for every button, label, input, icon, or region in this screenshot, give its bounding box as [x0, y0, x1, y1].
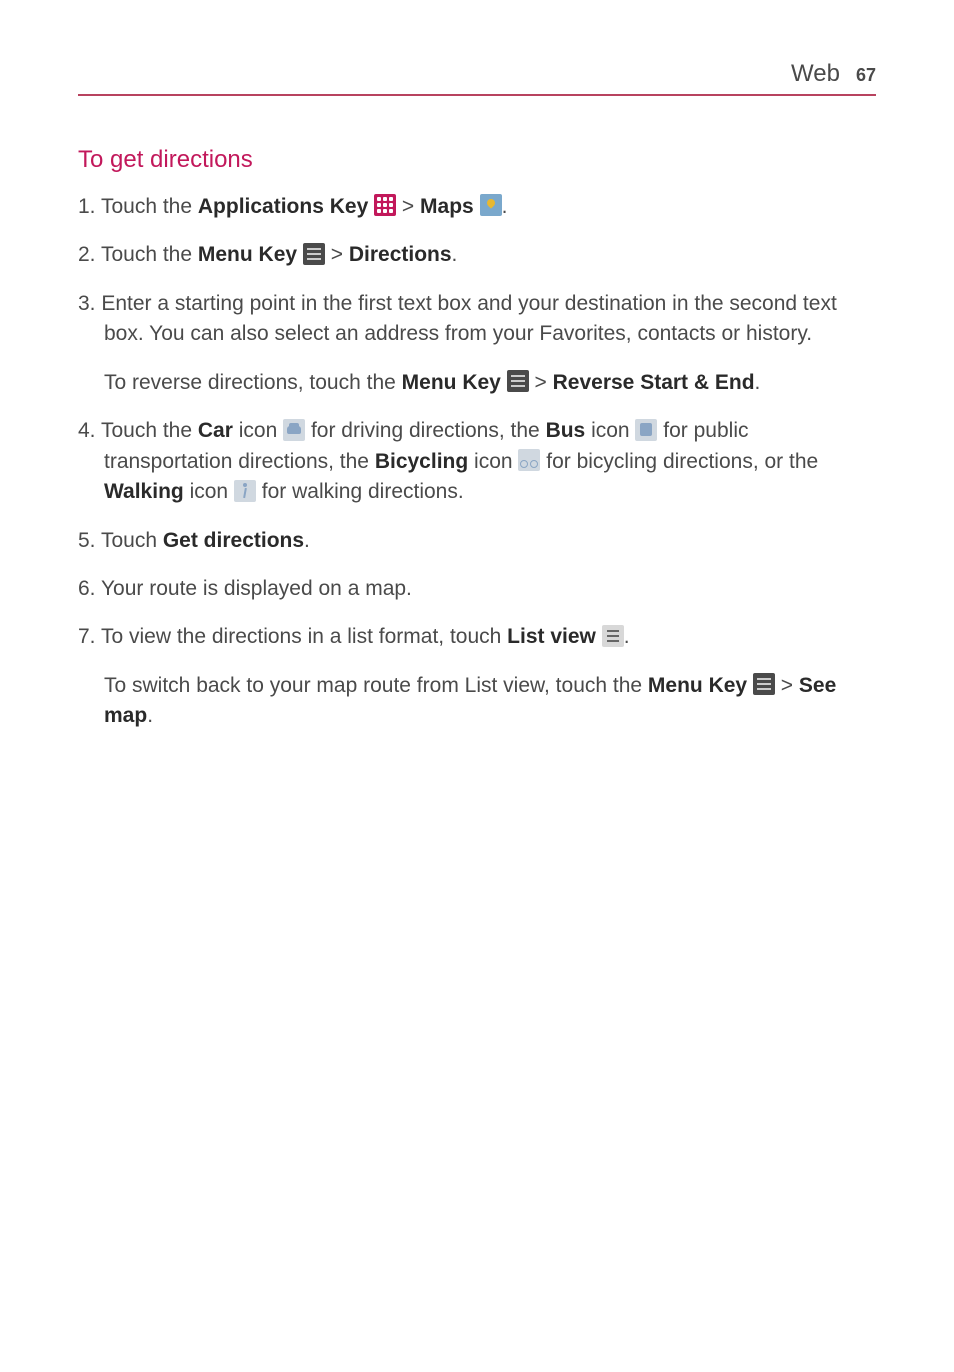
- text: >: [529, 371, 553, 394]
- page-header: Web 67: [78, 60, 876, 96]
- text: Touch the: [96, 419, 198, 442]
- header-page-number: 67: [856, 65, 876, 86]
- text: for walking directions.: [256, 480, 464, 503]
- bicycling-icon: [518, 449, 540, 471]
- step-number: 5.: [78, 529, 96, 552]
- menu-key-icon: [753, 673, 775, 695]
- list-view-label: List view: [507, 625, 596, 648]
- text: icon: [184, 480, 234, 503]
- text: Touch the: [96, 243, 198, 266]
- get-directions-label: Get directions: [163, 529, 304, 552]
- text: .: [304, 529, 310, 552]
- text: Touch the: [96, 195, 198, 218]
- list-view-icon: [602, 625, 624, 647]
- section-title: To get directions: [78, 146, 876, 174]
- menu-key-icon: [303, 243, 325, 265]
- text: To view the directions in a list format,…: [96, 625, 508, 648]
- text: .: [452, 243, 458, 266]
- text: for bicycling directions, or the: [540, 450, 818, 473]
- step-6: 6. Your route is displayed on a map.: [78, 574, 876, 604]
- walking-label: Walking: [104, 480, 184, 503]
- step-number: 2.: [78, 243, 96, 266]
- text: Touch: [96, 529, 163, 552]
- text: >: [775, 674, 799, 697]
- walking-icon: [234, 480, 256, 502]
- applications-key-label: Applications Key: [198, 195, 368, 218]
- bus-label: Bus: [546, 419, 586, 442]
- step-number: 7.: [78, 625, 96, 648]
- step-4: 4. Touch the Car icon for driving direct…: [78, 416, 876, 507]
- text: icon: [585, 419, 635, 442]
- car-icon: [283, 419, 305, 441]
- reverse-start-end-label: Reverse Start & End: [553, 371, 755, 394]
- text: for driving directions, the: [305, 419, 545, 442]
- maps-label: Maps: [420, 195, 474, 218]
- text: >: [396, 195, 420, 218]
- text: >: [325, 243, 349, 266]
- step-1: 1. Touch the Applications Key > Maps .: [78, 192, 876, 222]
- menu-key-icon: [507, 370, 529, 392]
- step-7-sub: To switch back to your map route from Li…: [78, 671, 876, 732]
- text: icon: [233, 419, 283, 442]
- text: To reverse directions, touch the: [104, 371, 402, 394]
- bicycling-label: Bicycling: [375, 450, 468, 473]
- step-7: 7. To view the directions in a list form…: [78, 622, 876, 652]
- header-section-label: Web: [791, 60, 840, 88]
- step-3: 3. Enter a starting point in the first t…: [78, 289, 876, 350]
- bus-icon: [635, 419, 657, 441]
- step-number: 4.: [78, 419, 96, 442]
- menu-key-label: Menu Key: [198, 243, 297, 266]
- menu-key-label: Menu Key: [648, 674, 747, 697]
- menu-key-label: Menu Key: [402, 371, 501, 394]
- text: .: [502, 195, 508, 218]
- step-2: 2. Touch the Menu Key > Directions.: [78, 240, 876, 270]
- text: icon: [468, 450, 518, 473]
- text: Enter a starting point in the first text…: [96, 292, 837, 345]
- text: .: [147, 704, 153, 727]
- text: To switch back to your map route from Li…: [104, 674, 648, 697]
- step-number: 3.: [78, 292, 96, 315]
- text: Your route is displayed on a map.: [96, 577, 412, 600]
- step-5: 5. Touch Get directions.: [78, 526, 876, 556]
- step-number: 6.: [78, 577, 96, 600]
- step-number: 1.: [78, 195, 96, 218]
- applications-key-icon: [374, 194, 396, 216]
- text: .: [755, 371, 761, 394]
- directions-label: Directions: [349, 243, 452, 266]
- step-3-sub: To reverse directions, touch the Menu Ke…: [78, 368, 876, 398]
- car-label: Car: [198, 419, 233, 442]
- text: .: [624, 625, 630, 648]
- maps-icon: [480, 194, 502, 216]
